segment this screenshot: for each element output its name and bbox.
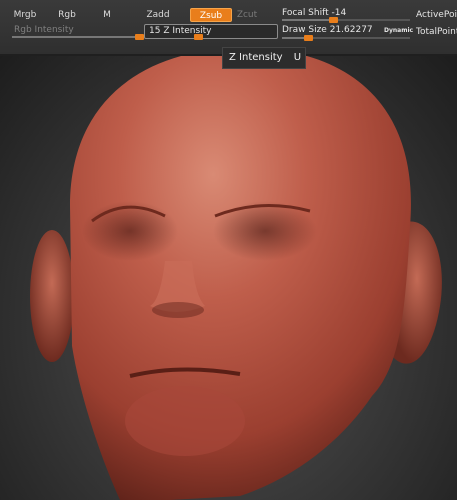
active-points-label: ActivePoints bbox=[416, 10, 457, 20]
z-intensity-field[interactable]: 15 Z Intensity bbox=[144, 24, 278, 40]
rgb-intensity-slider[interactable] bbox=[12, 34, 144, 40]
tooltip-hotkey: U bbox=[293, 52, 302, 63]
rgb-button[interactable]: Rgb bbox=[55, 8, 79, 22]
left-ear bbox=[30, 230, 74, 362]
draw-size-slider[interactable] bbox=[282, 35, 410, 41]
left-eye-socket bbox=[82, 201, 178, 261]
rgb-intensity-label: Rgb Intensity bbox=[14, 25, 74, 35]
nostrils-shadow bbox=[152, 302, 204, 318]
chin bbox=[125, 386, 245, 456]
sculpt-head-image bbox=[30, 56, 442, 500]
focal-shift-slider[interactable] bbox=[282, 17, 410, 23]
tooltip-label: Z Intensity bbox=[229, 52, 283, 63]
total-points-label: TotalPoints bbox=[416, 27, 457, 37]
m-button[interactable]: M bbox=[98, 8, 116, 22]
dynamic-toggle[interactable]: Dynamic bbox=[384, 27, 413, 34]
rgb-intensity-knob[interactable] bbox=[135, 34, 144, 40]
focal-shift-fill bbox=[282, 19, 333, 21]
draw-size-knob[interactable] bbox=[304, 35, 313, 41]
z-intensity-knob[interactable] bbox=[194, 34, 203, 40]
zadd-button[interactable]: Zadd bbox=[143, 8, 173, 22]
z-intensity-slider[interactable] bbox=[145, 34, 277, 40]
zcut-button[interactable]: Zcut bbox=[234, 8, 260, 22]
sculpt-viewport[interactable] bbox=[0, 56, 457, 500]
mrgb-button[interactable]: Mrgb bbox=[11, 8, 39, 22]
focal-shift-knob[interactable] bbox=[329, 17, 338, 23]
rgb-intensity-fill bbox=[12, 36, 141, 38]
z-intensity-tooltip: Z Intensity U bbox=[222, 47, 306, 69]
z-intensity-fill bbox=[145, 36, 198, 38]
zsub-button[interactable]: Zsub bbox=[190, 8, 232, 22]
draw-size-label: Draw Size 21.62277 bbox=[282, 25, 373, 35]
top-toolbar: Mrgb Rgb M Zadd Zsub Zcut Rgb Intensity … bbox=[0, 0, 457, 54]
